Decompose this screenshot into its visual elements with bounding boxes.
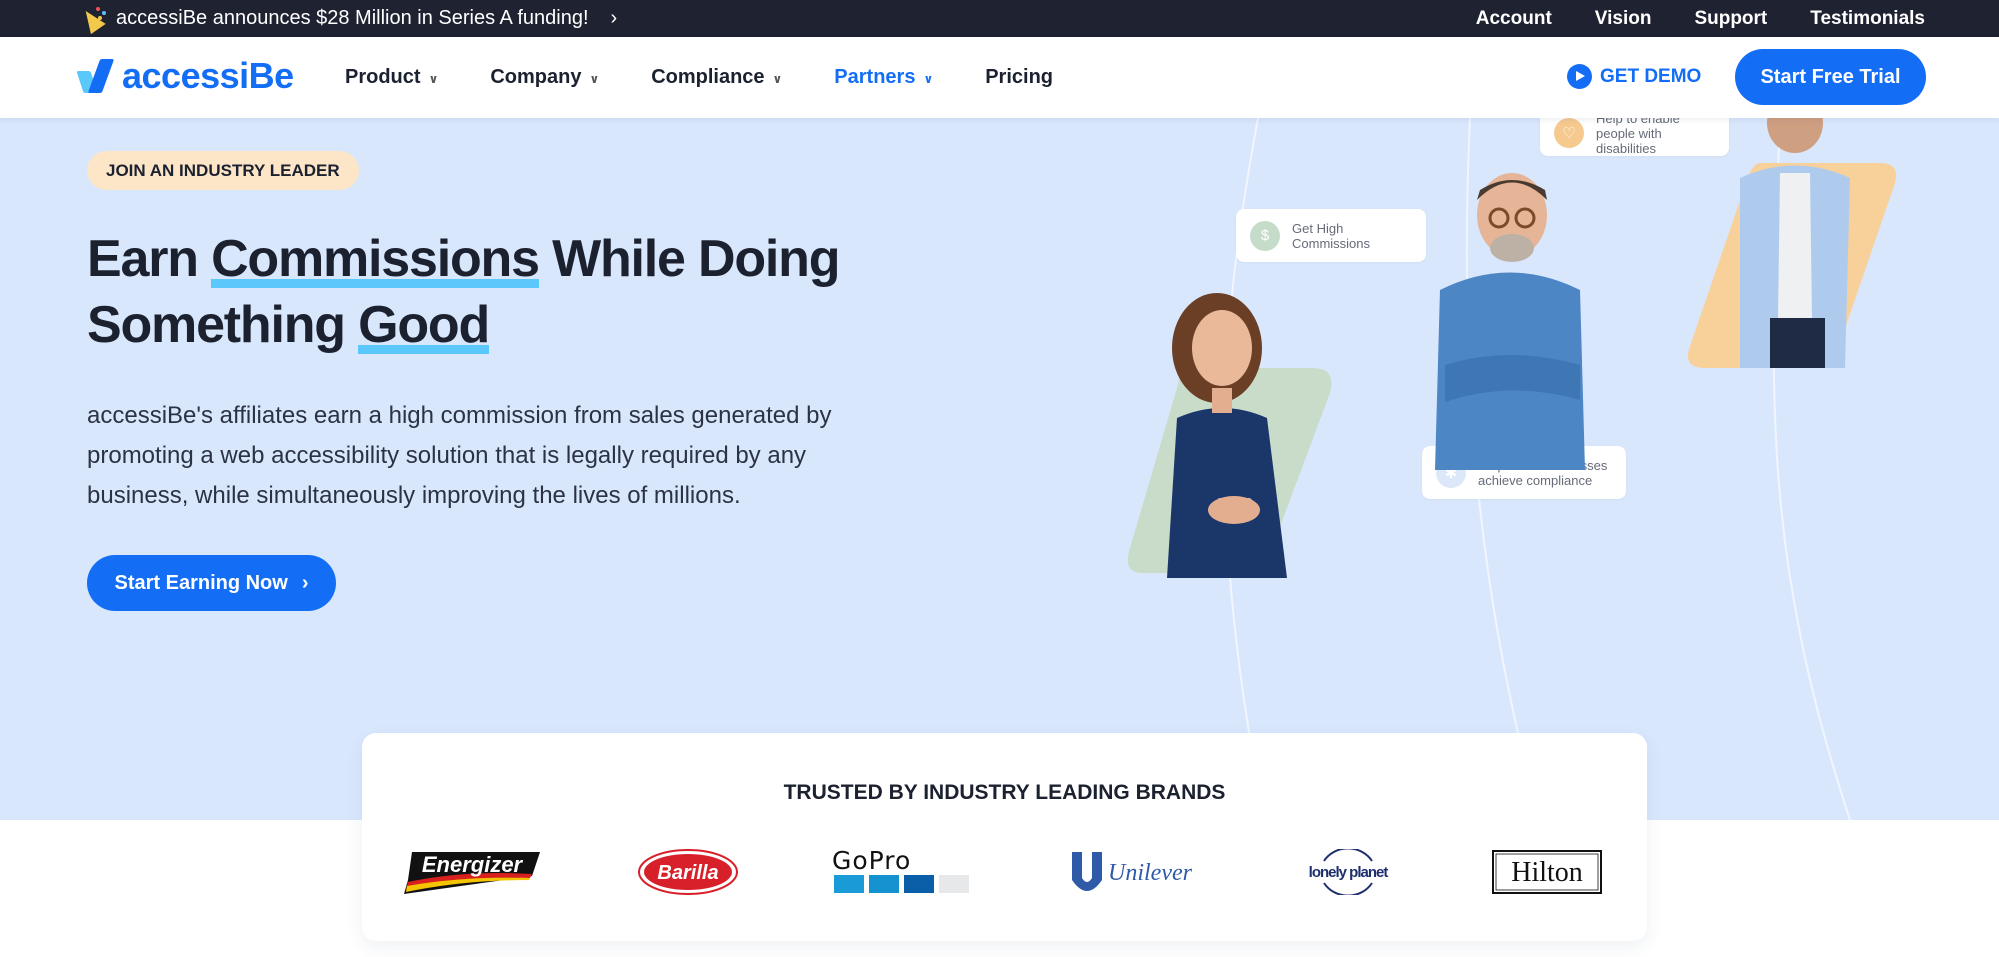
nav-item-company[interactable]: Company ∨ [490,66,599,89]
top-links: Account Vision Support Testimonials [1476,0,1925,37]
svg-text:Unilever: Unilever [1108,860,1193,886]
nav-item-label: Partners [834,66,916,88]
nav-item-product[interactable]: Product ∨ [345,66,438,89]
top-link-testimonials[interactable]: Testimonials [1810,8,1925,30]
main-nav: accessiBe Product ∨ Company ∨ Compliance… [0,37,1999,118]
nav-item-pricing[interactable]: Pricing [985,66,1053,89]
nav-item-partners[interactable]: Partners ∨ [834,66,933,89]
highlight-good: Good [358,296,490,354]
logo-text: accessiBe [122,55,294,96]
hilton-logo: Hilton [1492,848,1602,896]
trusted-brands-title: TRUSTED BY INDUSTRY LEADING BRANDS [783,781,1226,804]
svg-text:Barilla: Barilla [657,862,718,884]
nav-item-label: Pricing [985,66,1053,88]
get-demo-label: GET DEMO [1600,65,1702,87]
chevron-down-icon: ∨ [923,71,934,86]
hero-headline: Earn Commissions While Doing Something G… [87,230,840,354]
nav-item-label: Product [345,66,421,88]
heart-icon: ♡ [1554,118,1584,148]
chevron-right-icon: › [301,571,309,594]
person-man-casual-image [1680,118,1900,370]
nav-item-label: Compliance [651,66,765,88]
play-icon [1567,64,1592,89]
nav-item-label: Company [490,66,582,88]
hero-section: JOIN AN INDUSTRY LEADER Earn Commissions… [0,118,1999,820]
announcement-text: accessiBe announces $28 Million in Serie… [116,7,589,29]
energizer-logo: Energizer [404,848,540,896]
start-free-trial-button[interactable]: Start Free Trial [1735,49,1926,105]
feature-card-commissions: $ Get High Commissions [1236,209,1426,262]
top-link-vision[interactable]: Vision [1595,8,1652,30]
highlight-commissions: Commissions [211,230,540,288]
gopro-logo: GoPro [832,848,972,896]
top-link-account[interactable]: Account [1476,8,1552,30]
chevron-down-icon: ∨ [589,71,600,86]
hero-subtext: accessiBe's affiliates earn a high commi… [87,402,832,509]
chevron-down-icon: ∨ [772,71,783,86]
announcement-link[interactable]: accessiBe announces $28 Million in Serie… [80,0,617,37]
cta-label: Start Earning Now [114,571,288,594]
person-woman-image [1122,278,1342,578]
trusted-brands-card: TRUSTED BY INDUSTRY LEADING BRANDS Energ… [362,733,1647,941]
announcement-bar: accessiBe announces $28 Million in Serie… [0,0,1999,37]
nav-item-compliance[interactable]: Compliance ∨ [651,66,782,89]
svg-text:Hilton: Hilton [1511,857,1583,888]
chevron-right-icon: › [610,7,618,29]
svg-text:lonely planet: lonely planet [1309,864,1389,881]
barilla-logo: Barilla [637,848,739,896]
unilever-logo: Unilever [1070,848,1210,896]
svg-text:GoPro: GoPro [832,849,911,875]
dollar-icon: $ [1250,220,1280,251]
nav-menu: Product ∨ Company ∨ Compliance ∨ Partner… [345,37,1105,118]
join-industry-leader-badge: JOIN AN INDUSTRY LEADER [87,151,359,190]
chevron-down-icon: ∨ [428,71,439,86]
lonely-planet-logo: lonely planet [1302,848,1394,896]
feature-text: Get High Commissions [1292,220,1371,251]
top-link-support[interactable]: Support [1694,8,1767,30]
logo-check-icon [76,59,116,93]
logo[interactable]: accessiBe [76,55,294,97]
start-earning-now-button[interactable]: Start Earning Now › [87,555,336,611]
get-demo-link[interactable]: GET DEMO [1567,64,1701,89]
svg-text:Energizer: Energizer [422,852,524,877]
party-popper-icon [80,5,108,33]
person-man-glasses-image [1420,170,1600,470]
